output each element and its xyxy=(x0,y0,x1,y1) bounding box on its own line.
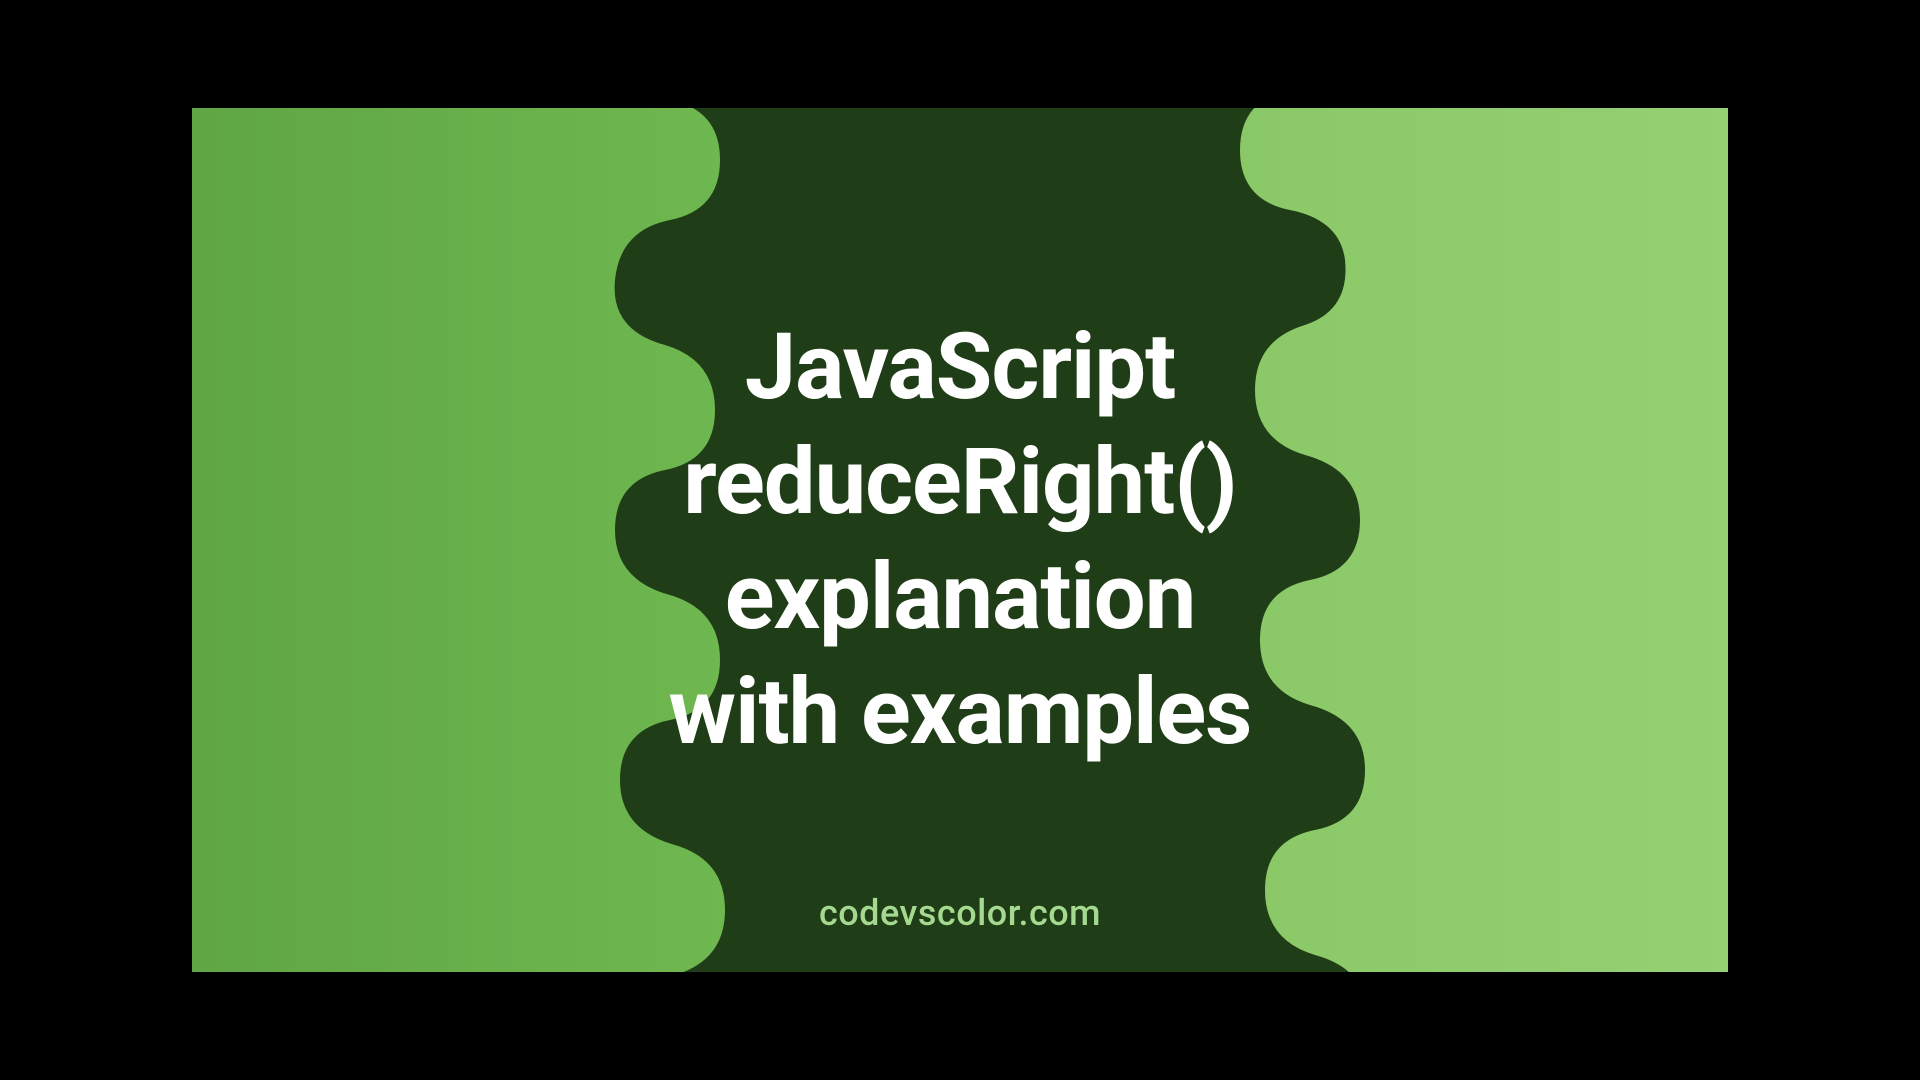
banner-container: JavaScript reduceRight() explanation wit… xyxy=(192,108,1728,972)
site-url: codevscolor.com xyxy=(819,892,1101,934)
banner-title: JavaScript reduceRight() explanation wit… xyxy=(669,310,1252,770)
content-area: JavaScript reduceRight() explanation wit… xyxy=(192,108,1728,972)
